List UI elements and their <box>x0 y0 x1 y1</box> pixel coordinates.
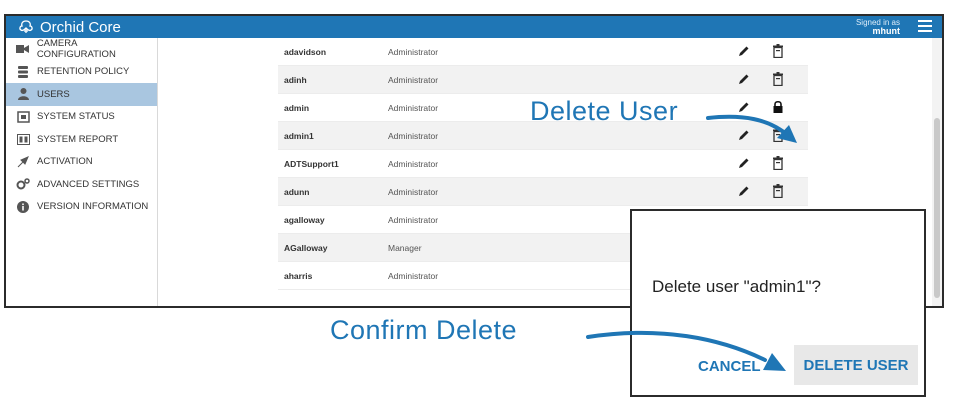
sidebar-item-label: ADVANCED SETTINGS <box>37 178 140 190</box>
edit-pencil-icon[interactable] <box>738 101 750 113</box>
sidebar-item-label: SYSTEM STATUS <box>37 111 115 123</box>
delete-user-dialog: Delete user "admin1"? CANCEL DELETE USER <box>630 209 926 397</box>
sidebar-item-label: USERS <box>37 88 70 100</box>
trash-icon[interactable] <box>772 156 784 171</box>
status-icon <box>16 111 30 123</box>
user-role: Administrator <box>388 186 439 197</box>
sidebar-item-label: RETENTION POLICY <box>37 66 130 78</box>
edit-pencil-icon[interactable] <box>738 157 750 169</box>
report-icon <box>16 133 30 145</box>
table-row[interactable]: adunn Administrator <box>278 178 808 206</box>
callout-delete-user: Delete User <box>530 96 679 126</box>
camera-icon <box>16 43 30 55</box>
sidebar-item-camera-configuration[interactable]: CAMERA CONFIGURATION <box>6 38 157 61</box>
sidebar-item-advanced-settings[interactable]: ADVANCED SETTINGS <box>6 173 157 196</box>
sidebar-item-activation[interactable]: ACTIVATION <box>6 151 157 174</box>
user-name: aharris <box>284 270 313 281</box>
dialog-message: Delete user "admin1"? <box>652 277 821 296</box>
user-role: Administrator <box>388 214 439 225</box>
edit-pencil-icon[interactable] <box>738 45 750 57</box>
user-role: Administrator <box>388 74 439 85</box>
user-name: adinh <box>284 74 307 85</box>
user-icon <box>16 88 30 101</box>
user-role: Administrator <box>388 102 439 113</box>
user-role: Administrator <box>388 130 439 141</box>
user-role: Administrator <box>388 158 439 169</box>
app-logo[interactable]: Orchid Core <box>18 17 121 37</box>
edit-pencil-icon[interactable] <box>738 73 750 85</box>
user-role: Administrator <box>388 46 439 57</box>
user-name: admin1 <box>284 130 314 141</box>
scrollbar[interactable] <box>932 38 942 306</box>
sidebar-item-label: VERSION INFORMATION <box>37 201 149 213</box>
user-name: adunn <box>284 186 310 197</box>
sidebar-item-label: CAMERA CONFIGURATION <box>36 38 116 61</box>
sidebar: CAMERA CONFIGURATION RETENTION POLICY US… <box>6 38 158 306</box>
user-name: admin <box>284 102 310 113</box>
trash-icon[interactable] <box>772 72 784 87</box>
table-row[interactable]: ADTSupport1 Administrator <box>278 150 808 178</box>
table-row[interactable]: adinh Administrator <box>278 66 808 94</box>
top-bar: Orchid Core Signed in as mhunt <box>6 16 942 38</box>
lock-icon <box>772 100 784 114</box>
sidebar-item-label: ACTIVATION <box>37 156 93 168</box>
trash-icon[interactable] <box>772 184 784 199</box>
sidebar-item-system-report[interactable]: SYSTEM REPORT <box>6 128 157 151</box>
activation-icon <box>16 155 30 168</box>
trash-icon[interactable] <box>772 44 784 59</box>
delete-user-button[interactable]: DELETE USER <box>794 345 918 385</box>
user-name: ADTSupport1 <box>284 158 339 169</box>
sidebar-item-users[interactable]: USERS <box>6 83 157 106</box>
edit-pencil-icon[interactable] <box>738 129 750 141</box>
trash-icon[interactable] <box>772 128 784 143</box>
info-icon <box>16 200 30 213</box>
signed-in-info: Signed in as mhunt <box>856 18 900 36</box>
cancel-button[interactable]: CANCEL <box>698 358 761 375</box>
user-role: Administrator <box>388 270 439 281</box>
user-name: agalloway <box>284 214 325 225</box>
callout-confirm-delete: Confirm Delete <box>330 315 518 345</box>
user-name: adavidson <box>284 46 327 57</box>
brand-name: Orchid Core <box>40 18 121 36</box>
user-role: Manager <box>388 242 422 253</box>
edit-pencil-icon[interactable] <box>738 185 750 197</box>
sidebar-item-label: SYSTEM REPORT <box>37 133 119 145</box>
scrollbar-thumb[interactable] <box>934 118 940 298</box>
table-row[interactable]: adavidson Administrator <box>278 38 808 66</box>
sidebar-item-version-information[interactable]: VERSION INFORMATION <box>6 196 157 219</box>
sidebar-item-retention-policy[interactable]: RETENTION POLICY <box>6 61 157 84</box>
orchid-logo-icon <box>19 20 33 33</box>
hamburger-menu-icon[interactable] <box>918 20 932 32</box>
settings-icon <box>16 178 30 190</box>
database-icon <box>16 65 30 78</box>
user-name: AGalloway <box>284 242 328 253</box>
signed-in-user: mhunt <box>872 26 901 36</box>
sidebar-item-system-status[interactable]: SYSTEM STATUS <box>6 106 157 129</box>
